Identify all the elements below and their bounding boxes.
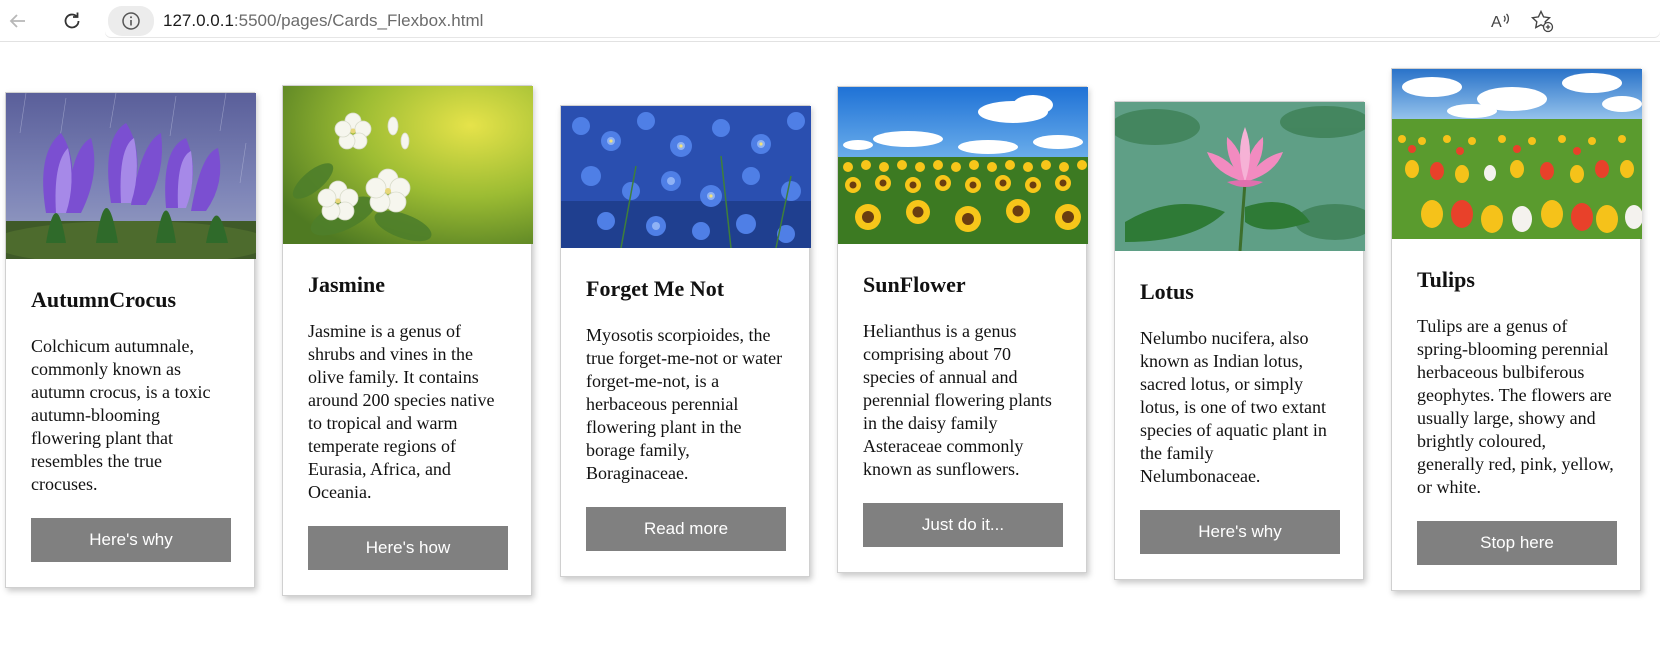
heres-why-button[interactable]: Here's why (1140, 510, 1340, 554)
card-description: Tulips are a genus of spring-blooming pe… (1417, 316, 1614, 497)
add-favorite-icon[interactable] (1528, 7, 1556, 35)
jasmine-image (283, 86, 533, 244)
card-title: Tulips (1417, 267, 1475, 292)
stop-here-button[interactable]: Stop here (1417, 521, 1617, 565)
heres-why-button[interactable]: Here's why (31, 518, 231, 562)
card-tulips: Tulips Tulips are a genus of spring-bloo… (1391, 68, 1642, 591)
card-title: Lotus (1140, 279, 1194, 304)
card-autumncrocus: AutumnCrocus Colchicum autumnale, common… (5, 92, 256, 588)
card-title: Jasmine (308, 272, 385, 297)
back-arrow-icon[interactable] (4, 7, 32, 35)
reload-icon[interactable] (58, 7, 86, 35)
card-title: AutumnCrocus (31, 287, 177, 312)
heres-how-button[interactable]: Here's how (308, 526, 508, 570)
card-jasmine: Jasmine Jasmine is a genus of shrubs and… (282, 85, 533, 596)
tulips-image (1392, 69, 1642, 239)
card-description: Colchicum autumnale, commonly known as a… (31, 336, 211, 494)
card-description: Jasmine is a genus of shrubs and vines i… (308, 321, 495, 502)
card-lotus: Lotus Nelumbo nucifera, also known as In… (1114, 101, 1365, 580)
card-title: SunFlower (863, 272, 966, 297)
svg-text:A: A (1491, 14, 1502, 31)
url-host: 127.0.0.1 (163, 11, 234, 30)
card-description: Nelumbo nucifera, also known as Indian l… (1140, 328, 1327, 486)
read-aloud-icon[interactable]: A (1486, 7, 1514, 35)
info-icon[interactable] (108, 6, 154, 36)
browser-toolbar: 127.0.0.1:5500/pages/Cards_Flexbox.html … (0, 0, 1660, 42)
card-forget-me-not: Forget Me Not Myosotis scorpioides, the … (560, 105, 811, 577)
address-bar[interactable]: 127.0.0.1:5500/pages/Cards_Flexbox.html (105, 3, 1660, 38)
forget-me-not-image (561, 106, 811, 248)
just-do-it-button[interactable]: Just do it... (863, 503, 1063, 547)
read-more-button[interactable]: Read more (586, 507, 786, 551)
card-description: Myosotis scorpioides, the true forget-me… (586, 325, 783, 483)
url-path: :5500/pages/Cards_Flexbox.html (233, 11, 484, 30)
url-text[interactable]: 127.0.0.1:5500/pages/Cards_Flexbox.html (163, 11, 483, 31)
sunflower-image (838, 87, 1088, 244)
lotus-image (1115, 102, 1365, 251)
card-sunflower: SunFlower Helianthus is a genus comprisi… (837, 86, 1088, 573)
card-description: Helianthus is a genus comprising about 7… (863, 321, 1052, 479)
card-title: Forget Me Not (586, 276, 725, 301)
crocus-image (6, 93, 256, 259)
